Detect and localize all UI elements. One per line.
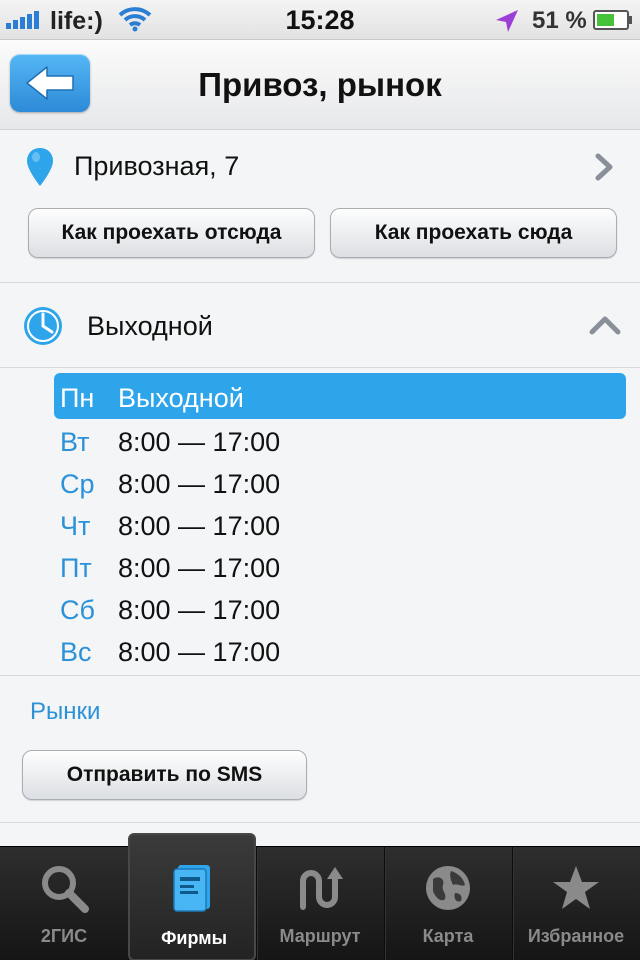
schedule-row: Сб 8:00 — 17:00 [54, 587, 626, 629]
schedule-row: Пт 8:00 — 17:00 [54, 545, 626, 587]
schedule-day: Пт [60, 553, 92, 583]
divider [0, 367, 640, 368]
back-button[interactable] [10, 54, 90, 112]
schedule-hours: Выходной [118, 383, 244, 413]
schedule-hours: 8:00 — 17:00 [118, 595, 281, 625]
schedule-row: Чт 8:00 — 17:00 [54, 503, 626, 545]
tab-firms[interactable]: Фирмы [128, 833, 256, 960]
schedule-hours: 8:00 — 17:00 [118, 427, 281, 457]
send-sms-button[interactable]: Отправить по SMS [22, 750, 307, 800]
tab-bar: 2ГИС Фирмы Маршрут Карта Избранное [0, 833, 640, 960]
arrow-left-icon [26, 66, 74, 100]
schedule-day: Вт [60, 427, 90, 457]
schedule-row: Вс 8:00 — 17:00 [54, 629, 626, 671]
weekly-schedule: Пн Выходной Вт 8:00 — 17:00 Ср 8:00 — 17… [54, 373, 626, 671]
tab-2gis[interactable]: 2ГИС [0, 847, 128, 960]
location-arrow-icon [496, 10, 518, 32]
divider [0, 675, 640, 676]
directory-icon [173, 865, 210, 912]
schedule-day: Сб [60, 595, 95, 625]
tab-label: Маршрут [279, 926, 361, 946]
navigation-bar: Привоз, рынок [0, 40, 640, 130]
tab-favorites[interactable]: Избранное [512, 847, 640, 960]
schedule-day: Чт [60, 511, 91, 541]
battery-icon [593, 10, 632, 30]
chevron-up-icon [589, 316, 621, 335]
tab-label: 2ГИС [40, 926, 88, 946]
battery-percent: 51 % [532, 7, 587, 34]
hours-status: Выходной [87, 311, 213, 341]
clock-icon [24, 307, 62, 345]
page-title: Привоз, рынок [198, 66, 442, 103]
tab-label: Фирмы [161, 928, 227, 948]
schedule-row-today: Пн Выходной [54, 373, 626, 419]
route-from-here-button[interactable]: Как проехать отсюда [28, 208, 315, 258]
address-text: Привозная, 7 [74, 151, 240, 181]
schedule-hours: 8:00 — 17:00 [118, 553, 281, 583]
status-bar: life:) 15:28 51 % [0, 0, 640, 40]
category-link[interactable]: Рынки [30, 698, 100, 726]
schedule-row: Ср 8:00 — 17:00 [54, 461, 626, 503]
address-row[interactable]: Привозная, 7 [0, 131, 640, 201]
schedule-row: Вт 8:00 — 17:00 [54, 419, 626, 461]
star-icon [553, 866, 599, 909]
globe-icon [426, 866, 470, 910]
chevron-right-icon [595, 153, 613, 181]
schedule-day: Ср [60, 469, 95, 499]
tab-label: Избранное [527, 926, 625, 946]
tab-label: Карта [422, 926, 474, 946]
divider [0, 822, 640, 823]
search-icon [42, 866, 89, 913]
map-pin-icon [27, 148, 53, 186]
tab-map[interactable]: Карта [384, 847, 512, 960]
schedule-hours: 8:00 — 17:00 [118, 511, 281, 541]
schedule-day: Вс [60, 637, 92, 667]
route-icon [300, 867, 343, 910]
schedule-day: Пн [60, 383, 95, 413]
route-to-here-button[interactable]: Как проехать сюда [330, 208, 617, 258]
schedule-hours: 8:00 — 17:00 [118, 637, 281, 667]
hours-header[interactable]: Выходной [0, 283, 640, 367]
tab-route[interactable]: Маршрут [256, 847, 384, 960]
schedule-hours: 8:00 — 17:00 [118, 469, 281, 499]
